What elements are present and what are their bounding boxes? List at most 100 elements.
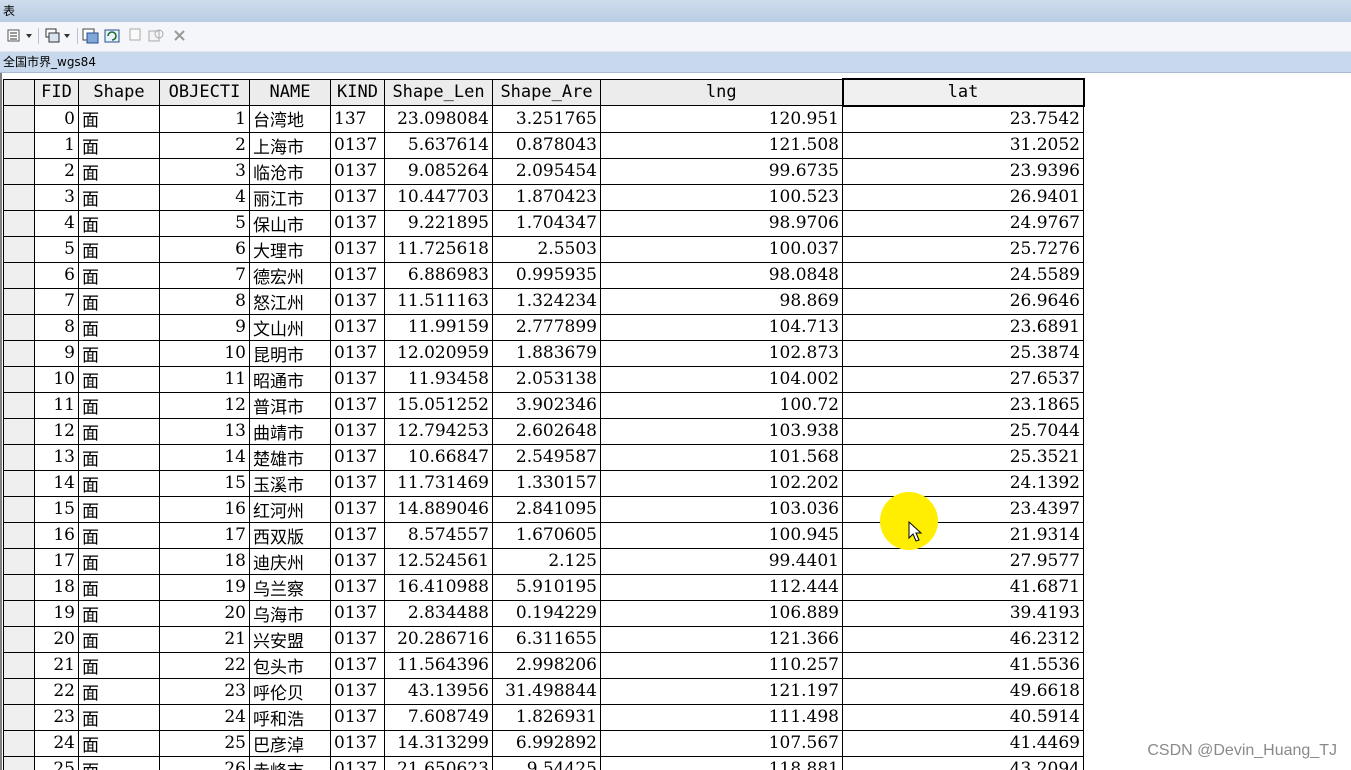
table-cell-shape-len[interactable]: 11.93458 xyxy=(384,365,493,393)
table-cell-shape-are[interactable]: 2.998206 xyxy=(492,651,601,679)
row-selector[interactable] xyxy=(3,209,35,237)
table-cell-name[interactable]: 乌海市 xyxy=(249,599,331,627)
table-cell-kind[interactable]: 0137 xyxy=(330,235,385,263)
table-cell-shape-are[interactable]: 1.704347 xyxy=(492,209,601,237)
table-cell-lng[interactable]: 103.036 xyxy=(600,495,843,523)
table-cell-shape-are[interactable]: 3.902346 xyxy=(492,391,601,419)
delete-selected-button[interactable] xyxy=(172,27,188,45)
table-cell-shape[interactable]: 面 xyxy=(78,391,160,419)
table-row[interactable]: 8 面 9 文山州 0137 11.99159 2.777899 104.713 23.6891 xyxy=(3,313,1084,341)
table-cell-lat[interactable]: 31.2052 xyxy=(842,131,1084,159)
table-cell-lng[interactable]: 98.869 xyxy=(600,287,843,315)
column-header-shape[interactable]: Shape xyxy=(78,78,160,107)
table-cell-objecti[interactable]: 26 xyxy=(159,755,250,770)
table-cell-objecti[interactable]: 18 xyxy=(159,547,250,575)
table-cell-fid[interactable]: 5 xyxy=(34,235,79,263)
column-header-fid[interactable]: FID xyxy=(34,78,79,107)
table-cell-lat[interactable]: 41.4469 xyxy=(842,729,1084,757)
table-cell-fid[interactable]: 21 xyxy=(34,651,79,679)
table-cell-lat[interactable]: 24.5589 xyxy=(842,261,1084,289)
table-cell-shape-are[interactable]: 0.194229 xyxy=(492,599,601,627)
table-cell-objecti[interactable]: 9 xyxy=(159,313,250,341)
table-cell-fid[interactable]: 12 xyxy=(34,417,79,445)
table-row[interactable]: 23 面 24 呼和浩 0137 7.608749 1.826931 111.498 40.59… xyxy=(3,703,1084,731)
table-cell-shape-len[interactable]: 12.020959 xyxy=(384,339,493,367)
table-cell-shape-are[interactable]: 5.910195 xyxy=(492,573,601,601)
row-selector[interactable] xyxy=(3,469,35,497)
table-cell-fid[interactable]: 25 xyxy=(34,755,79,770)
table-row[interactable]: 24 面 25 巴彦淖 0137 14.313299 6.992892 107.567 41.4… xyxy=(3,729,1084,757)
table-cell-shape-len[interactable]: 2.834488 xyxy=(384,599,493,627)
table-cell-fid[interactable]: 22 xyxy=(34,677,79,705)
table-cell-kind[interactable]: 0137 xyxy=(330,209,385,237)
table-row[interactable]: 3 面 4 丽江市 0137 10.447703 1.870423 100.523 26.940… xyxy=(3,183,1084,211)
table-cell-shape[interactable]: 面 xyxy=(78,313,160,341)
table-cell-objecti[interactable]: 14 xyxy=(159,443,250,471)
row-selector[interactable] xyxy=(3,521,35,549)
table-cell-kind[interactable]: 0137 xyxy=(330,625,385,653)
table-cell-fid[interactable]: 14 xyxy=(34,469,79,497)
table-cell-kind[interactable]: 0137 xyxy=(330,339,385,367)
row-selector[interactable] xyxy=(3,547,35,575)
table-cell-name[interactable]: 呼和浩 xyxy=(249,703,331,731)
table-cell-name[interactable]: 文山州 xyxy=(249,313,331,341)
table-cell-kind[interactable]: 137 xyxy=(330,105,385,133)
table-row[interactable]: 25面26赤峰市013721.6506239.54425118.88143.20… xyxy=(3,755,1084,770)
table-cell-fid[interactable]: 13 xyxy=(34,443,79,471)
table-cell-fid[interactable]: 3 xyxy=(34,183,79,211)
table-cell-objecti[interactable]: 13 xyxy=(159,417,250,445)
table-cell-lat[interactable]: 40.5914 xyxy=(842,703,1084,731)
row-selector[interactable] xyxy=(3,703,35,731)
table-cell-objecti[interactable]: 4 xyxy=(159,183,250,211)
table-cell-shape[interactable]: 面 xyxy=(78,443,160,471)
table-cell-name[interactable]: 玉溪市 xyxy=(249,469,331,497)
table-cell-fid[interactable]: 2 xyxy=(34,157,79,185)
table-cell-shape[interactable]: 面 xyxy=(78,235,160,263)
table-row[interactable]: 13 面 14 楚雄市 0137 10.66847 2.549587 101.568 25.35… xyxy=(3,443,1084,471)
table-cell-name[interactable]: 迪庆州 xyxy=(249,547,331,575)
table-cell-lng[interactable]: 121.508 xyxy=(600,131,843,159)
table-cell-kind[interactable]: 0137 xyxy=(330,287,385,315)
table-cell-lng[interactable]: 102.202 xyxy=(600,469,843,497)
table-cell-lat[interactable]: 41.5536 xyxy=(842,651,1084,679)
table-cell-shape[interactable]: 面 xyxy=(78,261,160,289)
table-cell-objecti[interactable]: 16 xyxy=(159,495,250,523)
table-cell-kind[interactable]: 0137 xyxy=(330,157,385,185)
row-selector[interactable] xyxy=(3,235,35,263)
table-cell-objecti[interactable]: 23 xyxy=(159,677,250,705)
table-cell-name[interactable]: 赤峰市 xyxy=(249,755,331,770)
table-cell-kind[interactable]: 0137 xyxy=(330,313,385,341)
table-cell-name[interactable]: 乌兰察 xyxy=(249,573,331,601)
table-cell-lng[interactable]: 120.951 xyxy=(600,105,843,133)
table-row[interactable]: 4 面 5 保山市 0137 9.221895 1.704347 98.9706 24.9767 xyxy=(3,209,1084,237)
table-cell-name[interactable]: 普洱市 xyxy=(249,391,331,419)
zoom-to-selected-button[interactable] xyxy=(148,27,166,45)
table-row[interactable]: 7 面 8 怒江州 0137 11.511163 1.324234 98.869 26.9646 xyxy=(3,287,1084,315)
table-cell-kind[interactable]: 0137 xyxy=(330,651,385,679)
table-cell-shape-len[interactable]: 11.731469 xyxy=(384,469,493,497)
row-selector[interactable] xyxy=(3,651,35,679)
table-cell-shape-are[interactable]: 0.995935 xyxy=(492,261,601,289)
column-header-objectid[interactable]: OBJECTI xyxy=(159,78,250,107)
table-cell-lng[interactable]: 100.523 xyxy=(600,183,843,211)
row-selector[interactable] xyxy=(3,599,35,627)
table-cell-kind[interactable]: 0137 xyxy=(330,495,385,523)
table-cell-lng[interactable]: 102.873 xyxy=(600,339,843,367)
table-row[interactable]: 2 面 3 临沧市 0137 9.085264 2.095454 99.6735 23.9396 xyxy=(3,157,1084,185)
table-cell-shape-len[interactable]: 9.085264 xyxy=(384,157,493,185)
table-cell-shape-are[interactable]: 2.095454 xyxy=(492,157,601,185)
table-cell-shape-are[interactable]: 3.251765 xyxy=(492,105,601,133)
table-row[interactable]: 12 面 13 曲靖市 0137 12.794253 2.602648 103.938 25.7… xyxy=(3,417,1084,445)
table-cell-shape-len[interactable]: 10.447703 xyxy=(384,183,493,211)
table-cell-lat[interactable]: 26.9401 xyxy=(842,183,1084,211)
table-cell-shape[interactable]: 面 xyxy=(78,677,160,705)
table-cell-lng[interactable]: 106.889 xyxy=(600,599,843,627)
row-selector[interactable] xyxy=(3,677,35,705)
table-cell-shape-are[interactable]: 1.870423 xyxy=(492,183,601,211)
table-cell-objecti[interactable]: 11 xyxy=(159,365,250,393)
table-cell-lng[interactable]: 99.6735 xyxy=(600,157,843,185)
table-cell-kind[interactable]: 0137 xyxy=(330,703,385,731)
table-cell-shape[interactable]: 面 xyxy=(78,599,160,627)
table-cell-shape[interactable]: 面 xyxy=(78,703,160,731)
table-cell-shape-len[interactable]: 16.410988 xyxy=(384,573,493,601)
